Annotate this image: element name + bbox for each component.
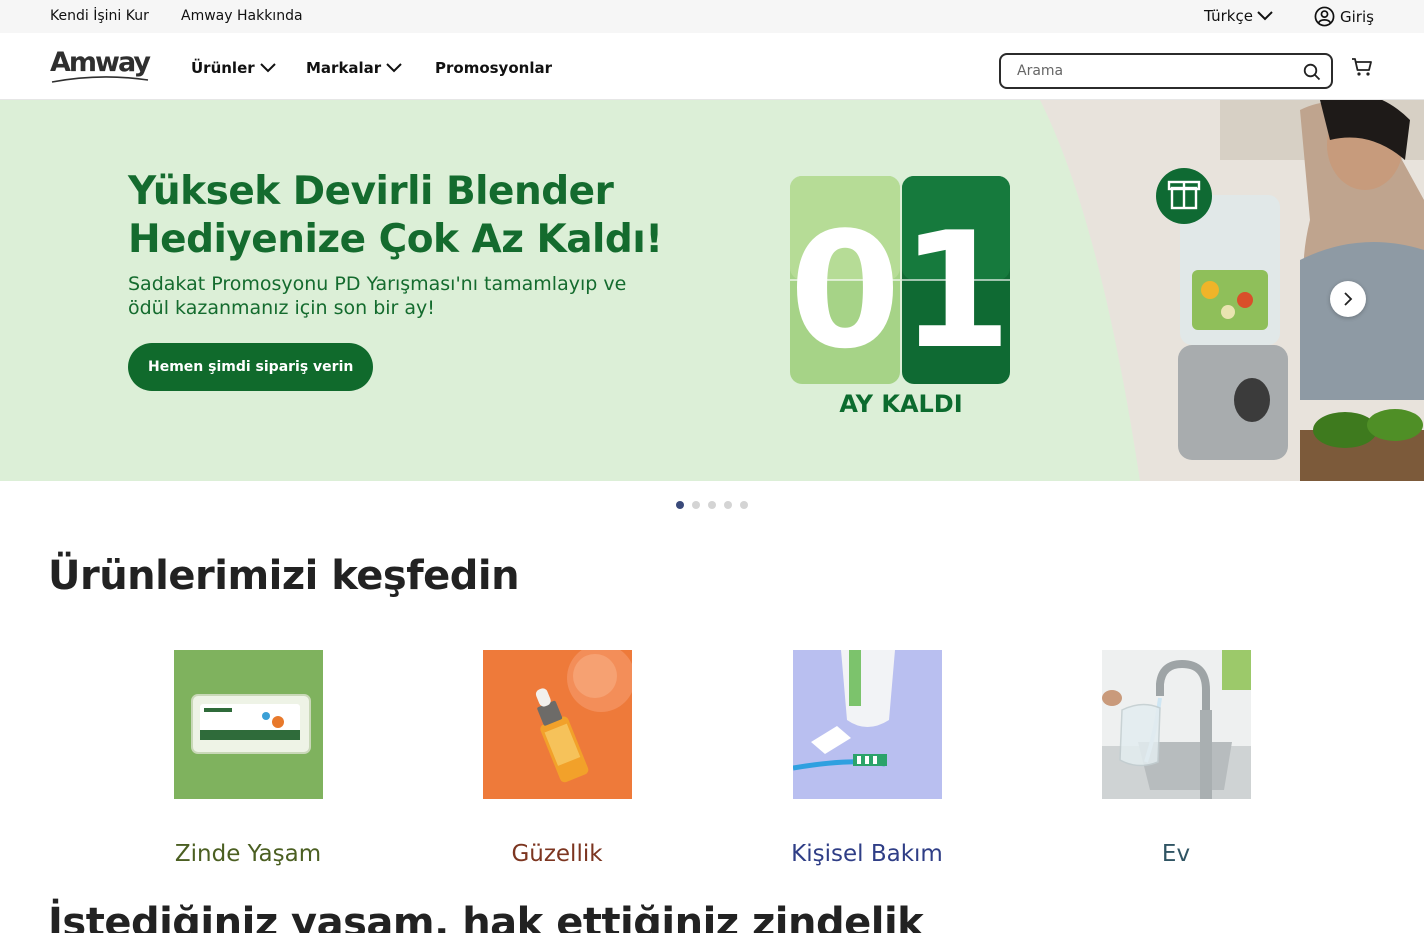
hero-subtitle: Sadakat Promosyonu PD Yarışması'nı tamam… (128, 273, 627, 319)
chevron-down-icon (1257, 11, 1273, 21)
discover-title: Ürünlerimizi keşfedin (48, 553, 520, 599)
nav-promosyonlar[interactable]: Promosyonlar (435, 59, 552, 77)
hero-title-line-2: Hediyenize Çok Az Kaldı! (128, 217, 663, 262)
category-label: Ev (1161, 841, 1191, 867)
carousel-dot-4[interactable] (724, 501, 732, 509)
main-header: Amway Ürünler Markalar Promosyonlar (0, 33, 1424, 100)
countdown-tiles: 0 1 (790, 176, 1012, 384)
hero-cta-button[interactable]: Hemen şimdi sipariş verin (128, 343, 374, 391)
category-zinde-yasam[interactable]: Zinde Yaşam (118, 650, 378, 867)
category-image-kisisel-bakim (792, 650, 942, 799)
search-box (999, 53, 1333, 89)
carousel-dot-5[interactable] (740, 501, 748, 509)
nav-markalar[interactable]: Markalar (306, 59, 403, 77)
carousel-dots (676, 501, 748, 509)
nav-urunler[interactable]: Ürünler (191, 59, 277, 77)
search-input[interactable] (1001, 63, 1291, 79)
next-section-title: İstediğiniz yaşam, hak ettiğiniz zindeli… (48, 900, 924, 933)
kendi-isini-kur-link[interactable]: Kendi İşini Kur (50, 8, 149, 24)
nav-markalar-label: Markalar (306, 59, 382, 77)
category-image-guzellik (482, 644, 635, 799)
carousel-dot-2[interactable] (692, 501, 700, 509)
carousel-dot-3[interactable] (708, 501, 716, 509)
utility-bar: Kendi İşini Kur Amway Hakkında Türkçe Gi… (0, 0, 1424, 33)
countdown-digit-1: 0 (790, 197, 901, 384)
user-icon (1314, 6, 1335, 27)
cart-icon[interactable] (1351, 57, 1373, 77)
category-image-ev (1101, 650, 1251, 800)
category-image-zinde-yasam (173, 650, 323, 799)
chevron-right-icon (1344, 292, 1353, 306)
category-ev[interactable]: Ev (1046, 650, 1306, 867)
category-label: Güzellik (511, 841, 603, 867)
language-selector[interactable]: Türkçe (1204, 7, 1274, 25)
search-icon[interactable] (1303, 63, 1321, 81)
hero-title: Yüksek Devirli Blender Hediyenize Çok Az… (128, 168, 688, 264)
hero-title-line-1: Yüksek Devirli Blender (128, 169, 614, 214)
category-label: Kişisel Bakım (791, 841, 943, 867)
amway-hakkinda-link[interactable]: Amway Hakkında (181, 8, 303, 24)
countdown-caption: AY KALDI (839, 390, 963, 418)
carousel-next-button[interactable] (1330, 281, 1366, 317)
category-kisisel-bakim[interactable]: Kişisel Bakım (737, 650, 997, 867)
login-button[interactable]: Giriş (1314, 6, 1374, 27)
amway-logo[interactable]: Amway (50, 47, 151, 83)
nav-promosyonlar-label: Promosyonlar (435, 59, 552, 77)
chevron-down-icon (259, 63, 276, 73)
category-label: Zinde Yaşam (174, 841, 322, 867)
countdown-digit-2: 1 (900, 197, 1011, 384)
hero-banner: Yüksek Devirli Blender Hediyenize Çok Az… (0, 100, 1424, 481)
language-label: Türkçe (1204, 7, 1253, 25)
carousel-dot-1[interactable] (676, 501, 684, 509)
login-label: Giriş (1340, 7, 1374, 26)
nav-urunler-label: Ürünler (191, 59, 255, 77)
chevron-down-icon (386, 63, 402, 73)
logo-swoosh-icon (51, 76, 149, 83)
category-guzellik[interactable]: Güzellik (427, 644, 687, 867)
